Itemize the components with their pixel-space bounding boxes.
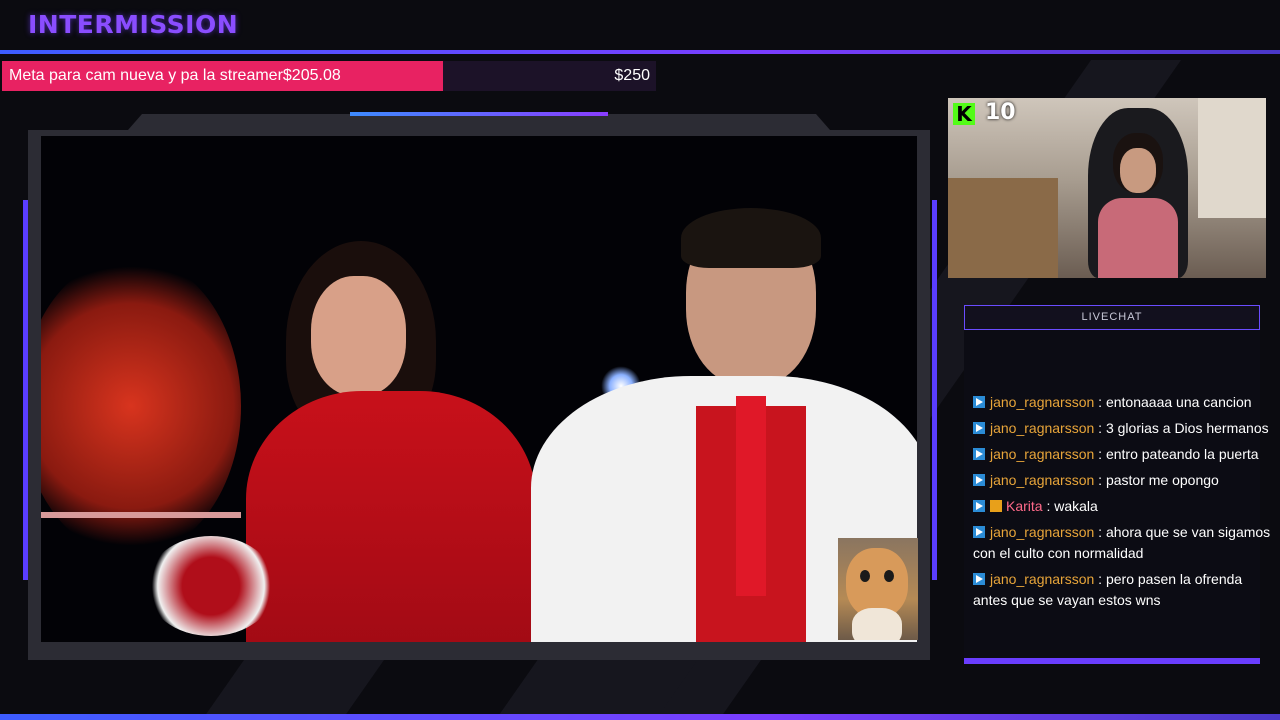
donation-goal-bar: Meta para cam nueva y pa la streamer$205… <box>2 61 656 91</box>
chat-text: : pastor me opongo <box>1094 472 1219 488</box>
bottom-accent-line <box>0 714 1280 720</box>
cat-overlay-image <box>838 538 918 640</box>
kick-badge-icon <box>973 573 985 585</box>
kick-badge-icon <box>973 500 985 512</box>
chat-text: : entro pateando la puerta <box>1094 446 1259 462</box>
goal-current-amount: $205.08 <box>282 67 341 84</box>
page-title: INTERMISSION <box>28 10 239 39</box>
chat-username[interactable]: jano_ragnarsson <box>990 472 1094 488</box>
chat-username[interactable]: Karita <box>1006 498 1043 514</box>
kick-badge-icon <box>973 448 985 460</box>
viewer-count: 10 <box>985 100 1016 125</box>
chat-username[interactable]: jano_ragnarsson <box>990 394 1094 410</box>
kick-badge-icon <box>973 396 985 408</box>
chat-text: : wakala <box>1042 498 1098 514</box>
red-tree <box>41 256 241 556</box>
chat-message: jano_ragnarsson : ahora que se van sigam… <box>973 522 1278 564</box>
goal-name: Meta para cam nueva y pa la streamer <box>9 67 283 84</box>
kick-badge-icon <box>973 474 985 486</box>
chat-message: Karita : wakala <box>973 496 1278 517</box>
chat-message: jano_ragnarsson : pero pasen la ofrenda … <box>973 569 1278 611</box>
top-accent-line <box>0 50 1280 54</box>
chat-username[interactable]: jano_ragnarsson <box>990 446 1094 462</box>
crown-badge-icon <box>990 500 1002 512</box>
chat-message: jano_ragnarsson : 3 glorias a Dios herma… <box>973 418 1278 439</box>
frame-side-accent-right <box>932 200 937 580</box>
chat-text: : 3 glorias a Dios hermanos <box>1094 420 1269 436</box>
chat-message: jano_ragnarsson : pastor me opongo <box>973 470 1278 491</box>
frame-side-accent-left <box>23 200 28 580</box>
kick-badge-icon <box>973 526 985 538</box>
webcam-window <box>1198 98 1266 218</box>
railing <box>41 512 241 518</box>
donation-goal-label: Meta para cam nueva y pa la streamer$205… <box>9 67 341 85</box>
chat-username[interactable]: jano_ragnarsson <box>990 571 1094 587</box>
chat-username[interactable]: jano_ragnarsson <box>990 524 1094 540</box>
streamer-webcam: K 10 <box>948 98 1266 278</box>
chat-message: jano_ragnarsson : entro pateando la puer… <box>973 444 1278 465</box>
chat-username[interactable]: jano_ragnarsson <box>990 420 1094 436</box>
chat-text: : entonaaaa una cancion <box>1094 394 1252 410</box>
streamer-figure <box>1098 133 1178 278</box>
video-player[interactable] <box>41 136 917 642</box>
bride-figure <box>236 241 536 642</box>
kick-badge-icon <box>973 422 985 434</box>
chat-message-list: jano_ragnarsson : entonaaaa una cancion j… <box>973 392 1278 616</box>
goal-target-amount: $250 <box>614 67 650 84</box>
bouquet <box>146 536 276 636</box>
chat-message: jano_ragnarsson : entonaaaa una cancion <box>973 392 1278 413</box>
frame-accent <box>350 112 608 116</box>
webcam-shelf <box>948 178 1058 278</box>
chat-header: LIVECHAT <box>964 305 1260 330</box>
kick-logo-icon: K <box>953 103 975 125</box>
